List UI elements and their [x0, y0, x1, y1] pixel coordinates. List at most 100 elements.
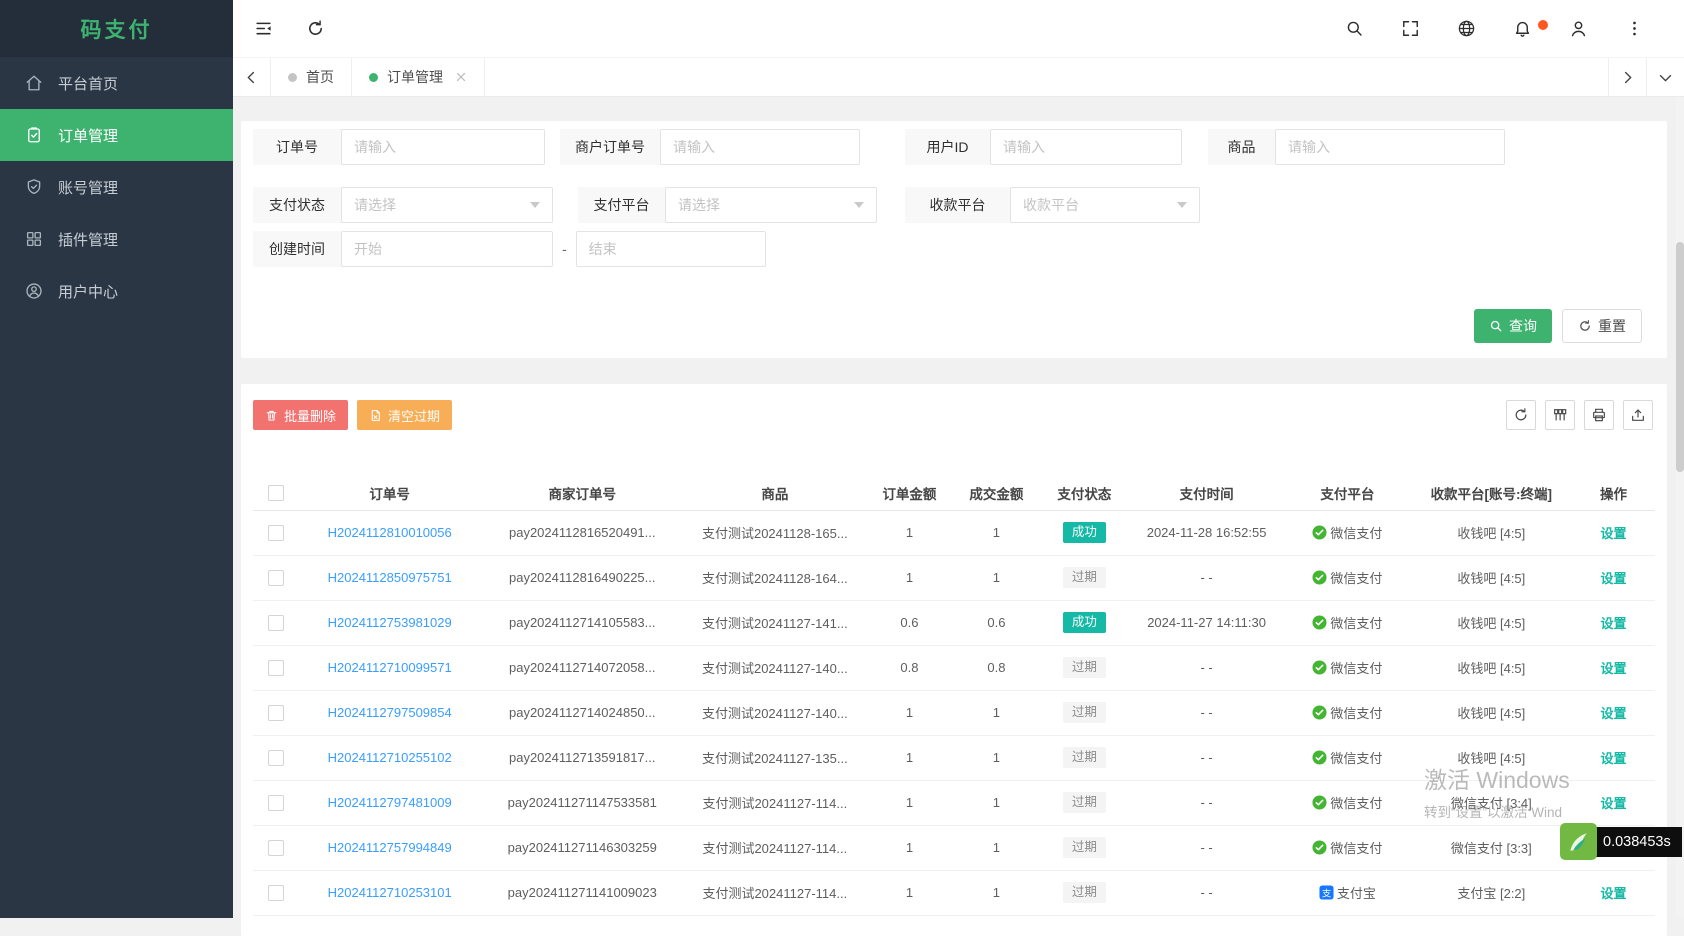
row-checkbox[interactable] [267, 569, 284, 586]
table-refresh-button[interactable] [1506, 400, 1536, 430]
row-checkbox[interactable] [267, 749, 284, 766]
table-export-button[interactable] [1623, 400, 1653, 430]
select-all-checkbox[interactable] [267, 484, 284, 501]
order-no-link[interactable]: H2024112710255102 [328, 750, 452, 765]
vertical-scrollbar[interactable] [1676, 97, 1684, 918]
user-id-input[interactable] [990, 129, 1182, 165]
operation-cell: 设置 [1572, 645, 1655, 691]
order-no-link[interactable]: H2024112797481009 [328, 795, 452, 810]
platform-label: 微信支付 [1330, 615, 1383, 631]
row-checkbox[interactable] [267, 614, 284, 631]
chevron-down-icon [1177, 202, 1187, 208]
row-checkbox[interactable] [267, 839, 284, 856]
header-right [1345, 19, 1684, 38]
row-settings-link[interactable]: 设置 [1601, 796, 1627, 811]
row-settings-link[interactable]: 设置 [1601, 706, 1627, 721]
platform-tag: 微信支付 [1312, 568, 1382, 587]
filter-label: 支付状态 [253, 187, 341, 223]
tabs-menu-button[interactable] [1646, 58, 1684, 96]
columns-icon [1554, 409, 1567, 421]
column-header: 支付平台 [1284, 476, 1411, 511]
row-settings-link[interactable]: 设置 [1601, 616, 1627, 631]
row-checkbox[interactable] [267, 884, 284, 901]
order-amount-cell: 1 [865, 870, 953, 916]
order-table: 订单号 商家订单号 商品 订单金额 成交金额 支付状态 支付时间 支付平台 收款平台[账号:终端… [253, 476, 1655, 916]
create-time-end-input[interactable] [575, 231, 766, 267]
tab-close-icon[interactable] [455, 71, 467, 83]
row-checkbox[interactable] [267, 794, 284, 811]
pay-platform-cell: 微信支付 [1284, 735, 1411, 781]
order-no-link[interactable]: H2024112710099571 [328, 660, 452, 675]
fullscreen-icon[interactable] [1401, 19, 1420, 38]
row-settings-link[interactable]: 设置 [1601, 526, 1627, 541]
search-icon [1490, 320, 1502, 332]
collapse-sidebar-icon[interactable] [254, 19, 273, 38]
order-no-link[interactable]: H2024112710253101 [328, 885, 452, 900]
sidebar-item-account-management[interactable]: 账号管理 [0, 161, 233, 213]
merchant-order-no-input[interactable] [660, 129, 860, 165]
tab-home[interactable]: 首页 [271, 58, 352, 96]
order-no-link[interactable]: H2024112753981029 [328, 615, 452, 630]
merchant-order-no-cell: pay2024112713591817... [480, 735, 684, 781]
merchant-order-no-cell: pay2024112714024850... [480, 690, 684, 736]
search-icon[interactable] [1345, 19, 1364, 38]
order-no-link[interactable]: H2024112850975751 [328, 570, 452, 585]
clear-expired-button[interactable]: 清空过期 [357, 400, 453, 430]
table-columns-button[interactable] [1545, 400, 1575, 430]
sidebar-item-platform-home[interactable]: 平台首页 [0, 57, 233, 109]
pay-platform-cell: 支支付宝 [1284, 870, 1411, 916]
row-checkbox[interactable] [267, 524, 284, 541]
status-badge: 过期 [1062, 881, 1106, 904]
merchant-order-no-cell: pay2024112816490225... [480, 555, 684, 601]
row-select-cell [253, 600, 299, 646]
paid-amount-cell: 1 [952, 735, 1040, 781]
order-no-cell: H2024112753981029 [298, 600, 481, 646]
pay-status-select[interactable]: 请选择 [341, 187, 553, 223]
row-checkbox[interactable] [267, 704, 284, 721]
refresh-icon[interactable] [306, 19, 325, 38]
status-badge: 过期 [1062, 701, 1106, 724]
pay-platform-select[interactable]: 请选择 [665, 187, 877, 223]
platform-tag: 微信支付 [1312, 748, 1382, 767]
order-no-link[interactable]: H2024112797509854 [328, 705, 452, 720]
batch-delete-button[interactable]: 批量删除 [253, 400, 349, 430]
operation-cell: 设置 [1572, 780, 1655, 826]
tab-order-management[interactable]: 订单管理 [352, 58, 485, 96]
receive-platform-select[interactable]: 收款平台 [1010, 187, 1200, 223]
search-button[interactable]: 查询 [1474, 309, 1552, 343]
sidebar-item-plugin-management[interactable]: 插件管理 [0, 213, 233, 265]
order-no-input[interactable] [341, 129, 545, 165]
table-actions: 批量删除 清空过期 [253, 400, 1655, 430]
user-icon[interactable] [1569, 19, 1588, 38]
tabs-scroll-right-button[interactable] [1608, 58, 1646, 96]
more-vertical-icon[interactable] [1625, 19, 1644, 38]
tabs-scroll-left-button[interactable] [233, 58, 271, 96]
table-row: H2024112757994849 pay202411271146303259 支付… [253, 825, 1655, 871]
product-cell: 支付测试20241127-141... [683, 600, 866, 646]
row-checkbox[interactable] [267, 659, 284, 676]
page-timer-badge: 0.038453s [1560, 823, 1682, 860]
row-settings-link[interactable]: 设置 [1601, 571, 1627, 586]
row-settings-link[interactable]: 设置 [1601, 661, 1627, 676]
table-row: H2024112850975751 pay2024112816490225... 支… [253, 555, 1655, 601]
sidebar-item-user-center[interactable]: 用户中心 [0, 265, 233, 317]
create-time-start-input[interactable] [341, 231, 553, 267]
pay-time-cell: - - [1128, 555, 1285, 601]
product-input[interactable] [1275, 129, 1505, 165]
table-print-button[interactable] [1584, 400, 1614, 430]
scrollbar-thumb[interactable] [1676, 242, 1684, 472]
status-badge: 过期 [1062, 566, 1106, 589]
order-no-link[interactable]: H2024112810010056 [328, 525, 452, 540]
platform-tag: 支支付宝 [1319, 883, 1376, 902]
pay-platform-cell: 微信支付 [1284, 690, 1411, 736]
table-row: H2024112753981029 pay2024112714105583... 支… [253, 600, 1655, 646]
sidebar-item-label: 账号管理 [58, 179, 119, 197]
row-settings-link[interactable]: 设置 [1601, 886, 1627, 901]
sidebar-item-order-management[interactable]: 订单管理 [0, 109, 233, 161]
globe-icon[interactable] [1457, 19, 1476, 38]
notifications-icon[interactable] [1513, 19, 1548, 38]
order-no-link[interactable]: H2024112757994849 [328, 840, 452, 855]
row-settings-link[interactable]: 设置 [1601, 751, 1627, 766]
wechat-pay-icon [1312, 839, 1327, 855]
reset-button[interactable]: 重置 [1562, 309, 1642, 343]
